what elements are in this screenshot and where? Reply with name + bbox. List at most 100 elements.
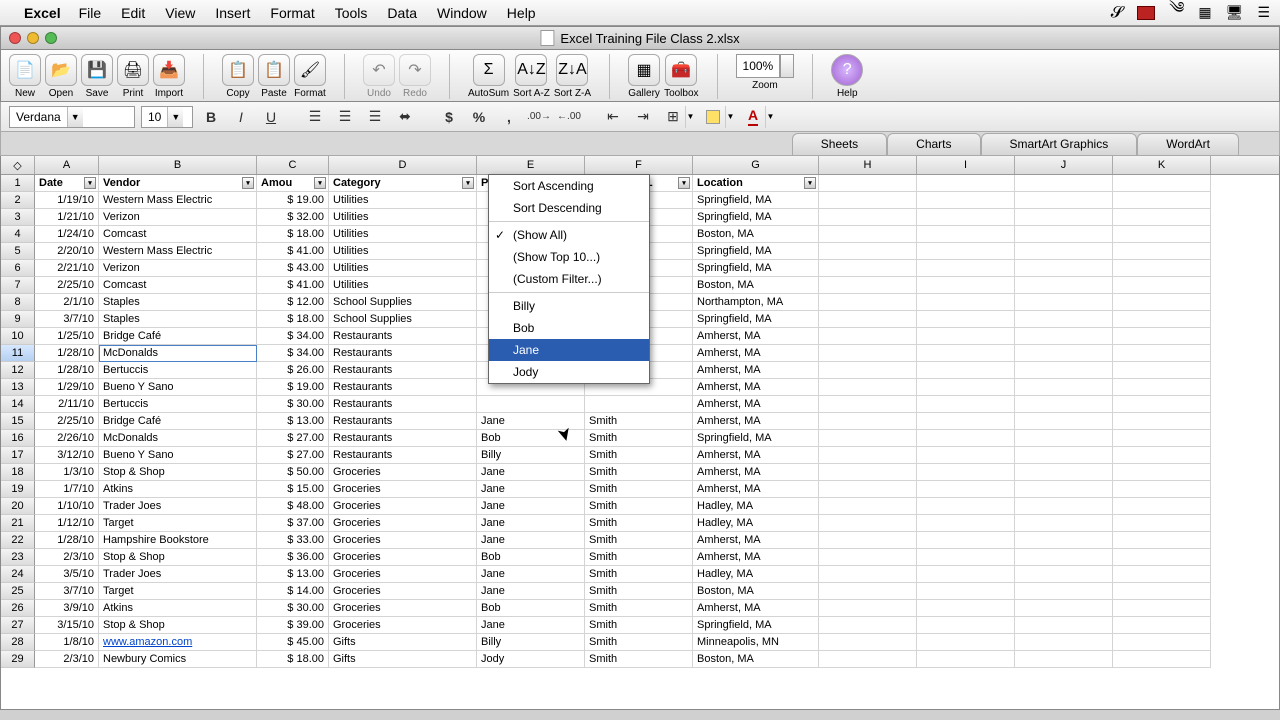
cell[interactable] — [917, 345, 1015, 362]
currency-button[interactable]: $ — [437, 106, 461, 128]
cell[interactable] — [585, 396, 693, 413]
cell[interactable]: $ 34.00 — [257, 328, 329, 345]
cell[interactable] — [1015, 515, 1113, 532]
cell[interactable]: 3/15/10 — [35, 617, 99, 634]
cell[interactable]: Bueno Y Sano — [99, 447, 257, 464]
cell[interactable]: Northampton, MA — [693, 294, 819, 311]
align-right-button[interactable]: ☰ — [363, 106, 387, 128]
cell[interactable] — [819, 277, 917, 294]
help-icon[interactable]: ? — [831, 54, 863, 86]
cell[interactable] — [917, 226, 1015, 243]
cell[interactable]: $ 41.00 — [257, 243, 329, 260]
cell[interactable]: School Supplies — [329, 294, 477, 311]
row-header[interactable]: 25 — [1, 583, 35, 600]
cell[interactable]: Comcast — [99, 277, 257, 294]
cell[interactable] — [1015, 396, 1113, 413]
toolbox-icon[interactable]: 🧰 — [665, 54, 697, 86]
column-header-D[interactable]: D — [329, 156, 477, 174]
chevron-down-icon[interactable]: ▼ — [685, 106, 695, 128]
cell[interactable] — [819, 294, 917, 311]
cell[interactable]: Amherst, MA — [693, 600, 819, 617]
cell[interactable] — [1015, 617, 1113, 634]
row-header[interactable]: 1 — [1, 175, 35, 192]
cell[interactable] — [819, 549, 917, 566]
autofilter-arrow-icon[interactable]: ▾ — [84, 177, 96, 189]
font-color-icon[interactable]: A — [741, 106, 765, 128]
filter-value-jane[interactable]: Jane — [489, 339, 649, 361]
italic-button[interactable]: I — [229, 106, 253, 128]
cell[interactable] — [1113, 634, 1211, 651]
cell[interactable]: $ 30.00 — [257, 600, 329, 617]
cell[interactable] — [819, 464, 917, 481]
cell[interactable]: 2/26/10 — [35, 430, 99, 447]
cell[interactable]: Amherst, MA — [693, 549, 819, 566]
row-header[interactable]: 2 — [1, 192, 35, 209]
cell[interactable] — [1113, 260, 1211, 277]
header-cell[interactable] — [819, 175, 917, 192]
cell[interactable]: Groceries — [329, 583, 477, 600]
cell[interactable] — [1015, 413, 1113, 430]
cell[interactable]: Amherst, MA — [693, 362, 819, 379]
filter-top-10[interactable]: (Show Top 10...) — [489, 246, 649, 268]
autofilter-arrow-icon[interactable]: ▾ — [678, 177, 690, 189]
cell[interactable]: $ 32.00 — [257, 209, 329, 226]
menu-edit[interactable]: Edit — [121, 5, 145, 21]
cell[interactable]: Bertuccis — [99, 362, 257, 379]
zoom-control[interactable]: 100% Zoom — [736, 54, 795, 99]
toolbar-toolbox[interactable]: 🧰Toolbox — [664, 54, 698, 99]
cell[interactable]: 1/24/10 — [35, 226, 99, 243]
cell[interactable]: School Supplies — [329, 311, 477, 328]
menu-view[interactable]: View — [165, 5, 195, 21]
row-header[interactable]: 22 — [1, 532, 35, 549]
select-all-corner[interactable]: ◇ — [1, 156, 35, 174]
cell[interactable]: Amherst, MA — [693, 532, 819, 549]
cell[interactable]: Staples — [99, 311, 257, 328]
cell[interactable]: Utilities — [329, 277, 477, 294]
cell[interactable]: $ 18.00 — [257, 651, 329, 668]
cell[interactable] — [1113, 294, 1211, 311]
cell[interactable]: Restaurants — [329, 379, 477, 396]
window-zoom-button[interactable] — [45, 32, 57, 44]
cell[interactable]: $ 39.00 — [257, 617, 329, 634]
cell[interactable] — [819, 566, 917, 583]
cell[interactable]: Boston, MA — [693, 226, 819, 243]
cell[interactable]: Gifts — [329, 634, 477, 651]
cell[interactable] — [917, 294, 1015, 311]
cell[interactable] — [1015, 294, 1113, 311]
cell[interactable]: 3/5/10 — [35, 566, 99, 583]
cell[interactable]: $ 27.00 — [257, 430, 329, 447]
row-header[interactable]: 4 — [1, 226, 35, 243]
filter-custom[interactable]: (Custom Filter...) — [489, 268, 649, 290]
cell[interactable]: Jane — [477, 617, 585, 634]
cell[interactable] — [917, 447, 1015, 464]
cell[interactable]: 3/7/10 — [35, 311, 99, 328]
toolbar-redo[interactable]: ↷Redo — [399, 54, 431, 99]
cell[interactable]: Atkins — [99, 600, 257, 617]
row-header[interactable]: 6 — [1, 260, 35, 277]
cell[interactable]: McDonalds — [99, 345, 257, 362]
cell[interactable] — [1015, 566, 1113, 583]
cell[interactable]: Jane — [477, 413, 585, 430]
cell[interactable] — [917, 243, 1015, 260]
cell[interactable] — [1015, 634, 1113, 651]
cell[interactable] — [819, 617, 917, 634]
cell[interactable]: Groceries — [329, 498, 477, 515]
new-icon[interactable]: 📄 — [9, 54, 41, 86]
cell[interactable] — [1015, 651, 1113, 668]
cell[interactable] — [1015, 481, 1113, 498]
cell[interactable]: Groceries — [329, 481, 477, 498]
cell[interactable]: Stop & Shop — [99, 464, 257, 481]
merge-cells-button[interactable]: ⬌ — [393, 106, 417, 128]
cell[interactable]: Smith — [585, 549, 693, 566]
column-header-I[interactable]: I — [917, 156, 1015, 174]
cell[interactable] — [819, 209, 917, 226]
cell[interactable]: $ 48.00 — [257, 498, 329, 515]
cell[interactable] — [917, 583, 1015, 600]
cell[interactable]: Boston, MA — [693, 651, 819, 668]
row-header[interactable]: 23 — [1, 549, 35, 566]
cell[interactable] — [917, 430, 1015, 447]
cell[interactable]: 1/25/10 — [35, 328, 99, 345]
menu-window[interactable]: Window — [437, 5, 487, 21]
cell[interactable]: 2/25/10 — [35, 413, 99, 430]
column-header-A[interactable]: A — [35, 156, 99, 174]
